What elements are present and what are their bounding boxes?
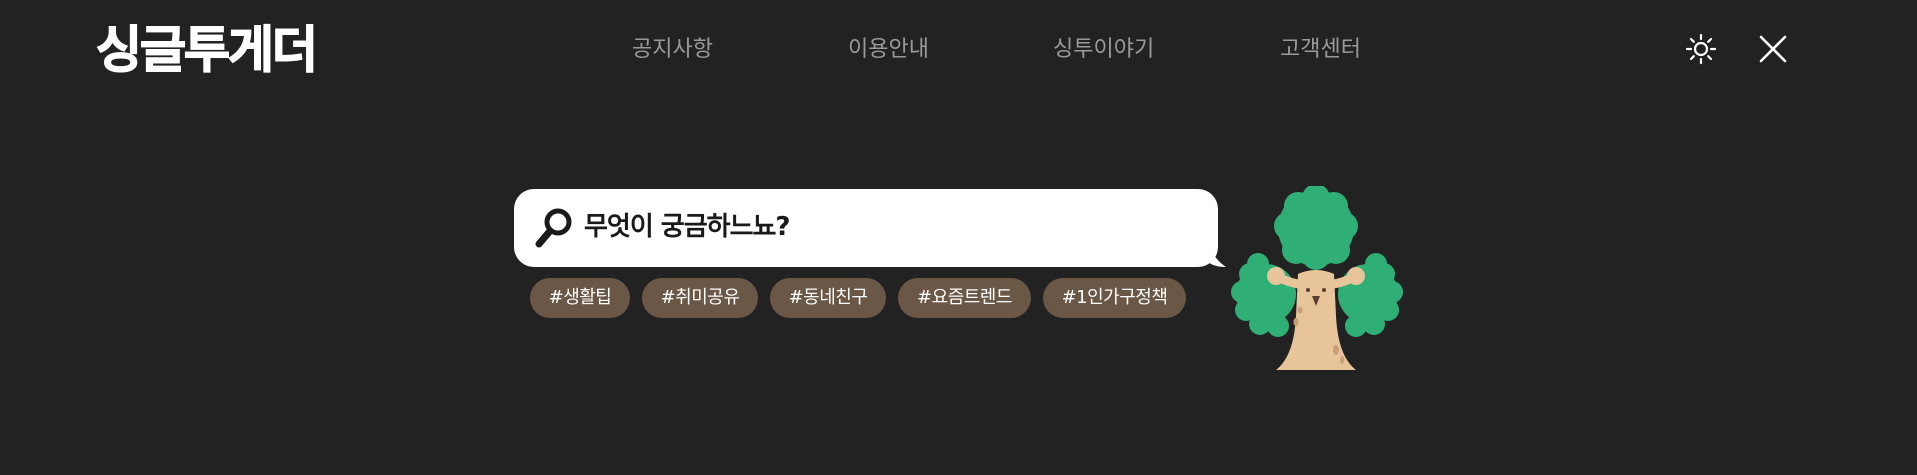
tag-hobby-share[interactable]: #취미공유 <box>642 278 758 318</box>
sun-icon[interactable] <box>1684 32 1718 66</box>
tag-trends[interactable]: #요즘트렌드 <box>898 278 1031 318</box>
tag-life-tips[interactable]: #생활팁 <box>530 278 630 318</box>
nav-item-guide[interactable]: 이용안내 <box>848 34 929 66</box>
tag-neighbor-friends[interactable]: #동네친구 <box>770 278 886 318</box>
nav-item-support[interactable]: 고객센터 <box>1280 34 1361 66</box>
logo[interactable]: 싱글투게더 <box>95 18 319 82</box>
nav-item-stories[interactable]: 싱투이야기 <box>1053 34 1154 66</box>
magnifier-icon <box>535 208 572 248</box>
nav-item-notice[interactable]: 공지사항 <box>632 34 713 66</box>
search-input[interactable]: 무엇이 궁금하느뇨? <box>584 207 790 247</box>
speech-bubble-tail <box>1206 240 1226 267</box>
tree-mascot <box>1231 186 1403 370</box>
tag-single-household-policy[interactable]: #1인가구정책 <box>1043 278 1186 318</box>
close-icon[interactable] <box>1756 32 1790 66</box>
